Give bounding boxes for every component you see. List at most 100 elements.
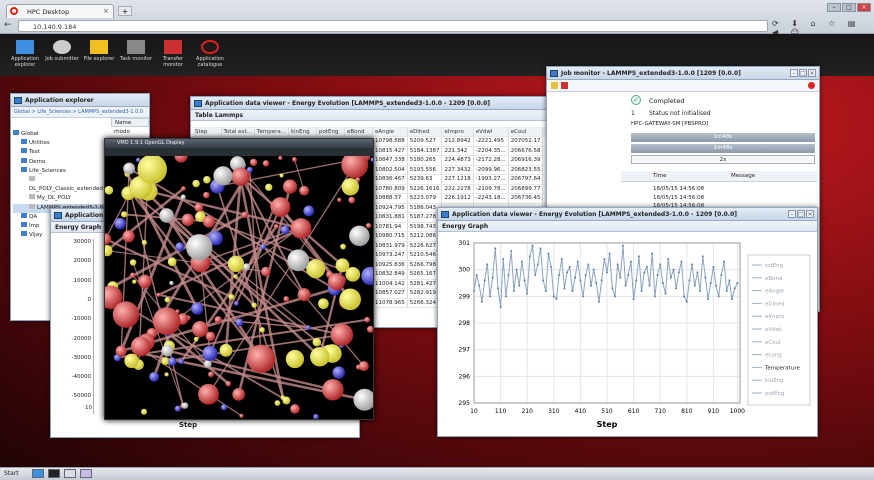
minimize-button[interactable]: – [827, 3, 841, 12]
vmd-menubar [105, 148, 373, 156]
maximize-button[interactable]: □ [797, 210, 805, 218]
legend-entry[interactable]: eLong [765, 353, 782, 359]
column-header[interactable]: eImpro [441, 127, 474, 137]
browser-tab[interactable]: HPC Desktop [6, 4, 114, 18]
data-point [518, 284, 521, 287]
column-header[interactable]: Total ext... [221, 127, 256, 137]
back-arrow-icon[interactable]: ← [4, 20, 12, 30]
desktop-icon-gear-icon[interactable]: Job submitter [45, 40, 79, 63]
atom [283, 296, 290, 302]
legend-entry[interactable]: kinEng [765, 378, 784, 384]
atom [105, 185, 114, 195]
folder-icon [21, 222, 27, 228]
window-title: Application explorer [25, 97, 94, 104]
table-cell: 227.3432 [441, 165, 474, 175]
desktop-icon-monitor-icon[interactable]: Task monitor [119, 40, 153, 63]
tree-item[interactable]: Global [13, 130, 109, 139]
data-point [669, 276, 672, 279]
atom [213, 166, 233, 186]
tree-item-label: Life_Sciences [29, 167, 66, 174]
taskbar-app-icon[interactable] [32, 469, 44, 478]
minimize-button[interactable]: – [788, 210, 796, 218]
new-tab-button[interactable]: + [118, 6, 132, 16]
folder-icon[interactable] [551, 82, 558, 89]
legend-entry[interactable]: eAngle [765, 289, 785, 295]
column-header[interactable]: eVdwl [473, 127, 509, 137]
legend-entry[interactable]: potEng [765, 391, 784, 397]
column-header[interactable]: Step [193, 127, 222, 137]
tree-item[interactable]: Life_Sciences [13, 166, 109, 176]
address-bar[interactable]: 10.140.9.184 [18, 20, 768, 32]
close-button[interactable]: × [808, 69, 816, 77]
table-cell: 10836.467 [372, 174, 408, 185]
stop-icon[interactable] [561, 82, 568, 89]
atom [262, 160, 270, 167]
progress-bar: 2x [631, 155, 815, 164]
tree-item[interactable]: DL_POLY_Classic_extended [13, 176, 109, 194]
tree-item[interactable]: Demo [13, 157, 109, 167]
folder-icon [21, 212, 27, 218]
column-header[interactable]: kinEng [288, 127, 317, 137]
desktop-icon-transfer-icon[interactable]: Transfer monitor [156, 40, 190, 68]
tree-item[interactable]: Utilities [13, 139, 109, 148]
data-point [717, 295, 720, 298]
taskbar-app-icon[interactable] [48, 469, 60, 478]
column-header[interactable]: potEng [316, 127, 345, 137]
data-point [560, 258, 563, 260]
close-button[interactable]: × [806, 210, 814, 218]
breadcrumb[interactable]: Global > Life_Sciences > LAMMPS_extended… [11, 107, 149, 118]
legend-entry[interactable]: eVdwl [765, 327, 782, 333]
column-header[interactable]: Tempera... [254, 127, 289, 137]
name-column-header[interactable]: Name [111, 118, 149, 127]
tree-item[interactable]: Test [13, 148, 109, 157]
tree-item-label: DL_POLY_Classic_extended [29, 186, 103, 193]
legend-entry[interactable]: eBond [765, 276, 783, 282]
legend-entry[interactable]: Temperature [764, 365, 800, 371]
column-header[interactable]: eCoul [508, 127, 544, 137]
molecule-render [105, 156, 373, 419]
tree-item[interactable]: My_DL_POLY [13, 194, 109, 203]
data-point [523, 279, 526, 282]
data-point [667, 258, 670, 260]
close-window-button[interactable]: × [857, 3, 871, 12]
atom [265, 183, 273, 192]
folder-icon [16, 40, 34, 54]
x-tick-label: 210 [521, 408, 533, 415]
data-point [619, 276, 622, 279]
toolbar-icons[interactable]: ⟳ ⬇ ⌂ ☆ ▤ ◀ ☺ [772, 19, 872, 37]
legend-entry[interactable]: eImpro [765, 314, 785, 320]
column-header[interactable]: eDihed [407, 127, 443, 137]
data-point [720, 274, 723, 276]
maximize-button[interactable]: □ [842, 3, 856, 12]
desktop-icon-chain-icon[interactable]: Application catalogue [193, 40, 227, 68]
desktop-icon-folder-icon[interactable]: File explorer [82, 40, 116, 63]
legend-entry[interactable]: eCoul [765, 340, 781, 346]
column-header[interactable]: eBond [344, 127, 373, 137]
maximize-button[interactable]: □ [799, 69, 807, 77]
folder-icon [13, 130, 19, 135]
atom [149, 371, 159, 382]
taskbar-app-icon[interactable] [64, 469, 76, 478]
atom [285, 349, 305, 369]
column-header[interactable]: eAngle [372, 127, 408, 137]
tab-close-icon[interactable]: × [103, 7, 109, 15]
data-point [712, 266, 715, 268]
data-point [643, 271, 646, 274]
y-tick-label: -30000 [71, 354, 91, 361]
atom [123, 162, 136, 175]
start-button[interactable]: Start [4, 470, 19, 477]
cancel-icon[interactable] [808, 82, 815, 89]
atom [306, 259, 326, 279]
atom [152, 307, 181, 335]
atom [141, 240, 147, 246]
taskbar-app-icon[interactable] [80, 469, 92, 478]
desktop-icon-folder-icon[interactable]: Application explorer [8, 40, 42, 68]
legend-entry[interactable]: totEng [765, 263, 783, 269]
energy-graph-window: Application data viewer - Energy Evoluti… [437, 207, 818, 437]
data-point [576, 260, 579, 263]
name-value[interactable]: rhodo [111, 128, 149, 137]
x-axis-label: Step [597, 420, 618, 429]
minimize-button[interactable]: – [790, 69, 798, 77]
data-point [653, 295, 656, 298]
legend-entry[interactable]: eDihed [765, 301, 785, 307]
